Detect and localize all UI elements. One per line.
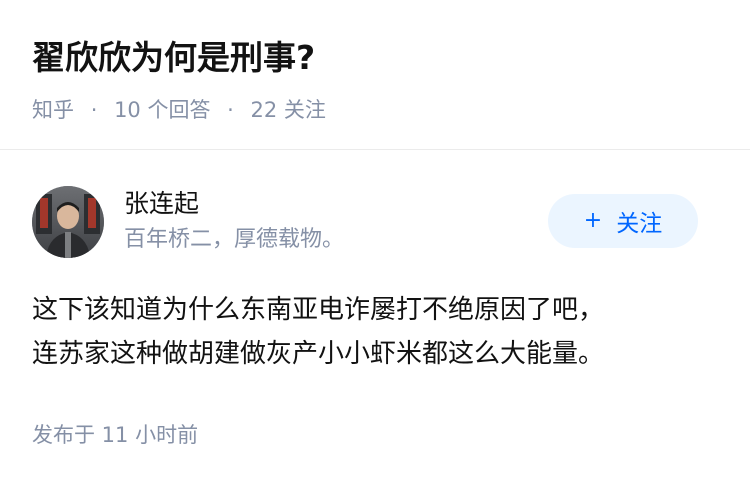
author-name[interactable]: 张连起 <box>124 186 199 222</box>
answer-paragraph: 连苏家这种做胡建做灰产小小虾米都这么大能量。 <box>32 339 605 369</box>
follow-button[interactable]: + 关注 <box>548 194 698 248</box>
follow-button-label: 关注 <box>616 211 663 237</box>
author-bio: 百年桥二，厚德载物。 <box>124 227 345 252</box>
person-avatar-icon <box>32 186 104 258</box>
meta-separator: · <box>90 98 98 122</box>
question-meta: 知乎 · 10 个回答 · 22 关注 <box>32 94 326 126</box>
meta-separator: · <box>227 98 234 122</box>
publish-time: 发布于 11 小时前 <box>32 423 199 447</box>
avatar[interactable] <box>32 186 104 258</box>
source-label[interactable]: 知乎 <box>32 98 74 122</box>
answer-author: 张连起 百年桥二，厚德载物。 + 关注 <box>32 186 718 260</box>
question-title[interactable]: 翟欣欣为何是刑事? <box>32 34 315 82</box>
answer-content[interactable]: 这下该知道为什么东南亚电诈屡打不绝原因了吧， 连苏家这种做胡建做灰产小小虾米都这… <box>32 288 722 376</box>
plus-icon: + <box>583 208 603 233</box>
answer-count[interactable]: 10 个回答 <box>114 98 210 122</box>
follower-count: 22 关注 <box>250 98 326 122</box>
answer-paragraph: 这下该知道为什么东南亚电诈屡打不绝原因了吧， <box>32 295 605 325</box>
question-header: 翟欣欣为何是刑事? 知乎 · 10 个回答 · 22 关注 <box>0 0 750 150</box>
